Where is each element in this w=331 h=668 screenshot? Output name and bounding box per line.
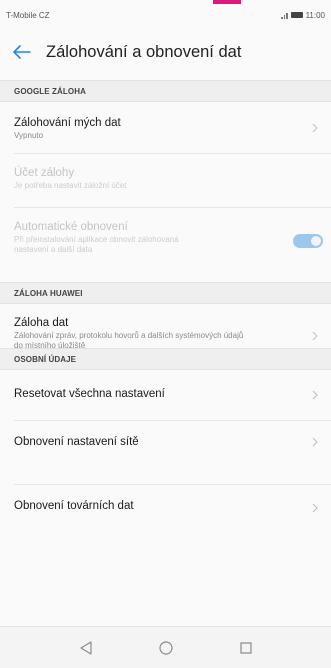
backup-my-data-subtitle: Vypnuto — [14, 131, 44, 140]
backup-account-subtitle: Je potřeba nastavit záložní účet — [14, 181, 127, 190]
clock-label: 11:00 — [305, 10, 325, 20]
auto-restore-row: Automatické obnovení Při přeinstalování … — [0, 212, 331, 274]
triangle-back-icon[interactable] — [76, 638, 96, 658]
circle-home-icon[interactable] — [156, 638, 176, 658]
section-header-personal: OSOBNÍ ÚDAJE — [0, 348, 331, 370]
factory-reset-row[interactable]: Obnovení továrních dat — [0, 487, 331, 529]
divider — [14, 207, 331, 208]
toggle-knob — [311, 236, 321, 246]
backup-account-title: Účet zálohy — [14, 167, 75, 179]
auto-restore-subtitle: Při přeinstalování aplikace obnovit zálo… — [14, 235, 179, 254]
auto-restore-toggle[interactable] — [293, 234, 323, 248]
backup-my-data-row[interactable]: Zálohování mých dat Vypnuto — [0, 108, 331, 148]
reset-all-settings-title: Resetovat všechna nastavení — [14, 388, 165, 400]
reset-all-settings-row[interactable]: Resetovat všechna nastavení — [0, 375, 331, 415]
backup-my-data-title: Zálohování mých dat — [14, 117, 121, 129]
carrier-label: T-Mobile CZ — [6, 10, 50, 20]
chevron-right-icon — [309, 389, 321, 401]
data-backup-title: Záloha dat — [14, 317, 69, 329]
page-title: Zálohování a obnovení dat — [46, 42, 242, 61]
arrow-left-icon[interactable] — [0, 30, 44, 74]
section-header-huawei: ZÁLOHA HUAWEI — [0, 282, 331, 304]
divider — [14, 153, 331, 154]
signal-icon — [281, 12, 288, 19]
status-icons: 11:00 — [281, 11, 325, 20]
auto-restore-title: Automatické obnovení — [14, 221, 128, 233]
chevron-right-icon — [309, 436, 321, 448]
app-header: Zálohování a obnovení dat — [0, 30, 331, 74]
network-reset-title: Obnovení nastavení sítě — [14, 436, 139, 448]
system-nav-bar — [0, 626, 331, 668]
divider — [14, 484, 331, 485]
chevron-right-icon — [309, 122, 321, 134]
backup-account-row: Účet zálohy Je potřeba nastavit záložní … — [0, 158, 331, 198]
battery-icon — [290, 12, 303, 18]
status-bar: T-Mobile CZ 11:00 — [0, 0, 331, 30]
network-reset-row[interactable]: Obnovení nastavení sítě — [0, 421, 331, 463]
factory-reset-title: Obnovení továrních dat — [14, 500, 134, 512]
square-recent-icon[interactable] — [236, 638, 256, 658]
chevron-right-icon — [309, 502, 321, 514]
section-header-google: GOOGLE ZÁLOHA — [0, 80, 331, 102]
chevron-right-icon — [309, 330, 321, 342]
